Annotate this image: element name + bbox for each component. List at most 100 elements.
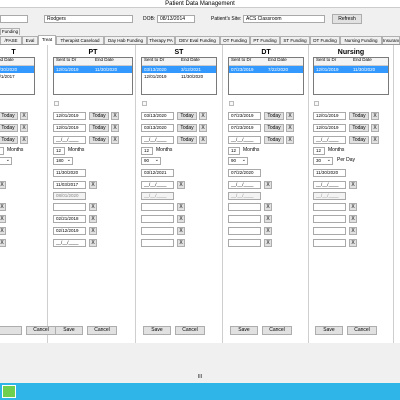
clear-button[interactable]: X: [111, 112, 119, 120]
tab-funding[interactable]: Funding: [0, 28, 20, 35]
clear-button[interactable]: X: [371, 136, 379, 144]
tab-st-funding[interactable]: ST Funding: [280, 36, 310, 44]
save-button[interactable]: [0, 326, 22, 335]
clear-button[interactable]: X: [20, 136, 28, 144]
tab-pase[interactable]: /PASE: [0, 36, 22, 44]
dob-field[interactable]: 08/13/2014: [157, 15, 195, 23]
refresh-button[interactable]: Refresh: [332, 14, 362, 24]
date-field[interactable]: 12/01/2019: [313, 124, 346, 132]
months-field[interactable]: 12: [228, 147, 240, 155]
script-list[interactable]: Sent to Dr End Date 03/13/2020 3/12/2021 12/…: [141, 57, 217, 95]
clear-button[interactable]: X: [177, 181, 185, 189]
clear-button[interactable]: X: [0, 181, 6, 189]
date-field[interactable]: [228, 227, 261, 235]
cancel-button[interactable]: Cancel: [347, 326, 377, 335]
date-field[interactable]: 02/12/2019: [53, 227, 86, 235]
clear-button[interactable]: X: [89, 239, 97, 247]
date-field[interactable]: __/__/____: [313, 181, 346, 189]
date-field[interactable]: __/__/____: [141, 181, 174, 189]
clear-button[interactable]: X: [177, 239, 185, 247]
date-field[interactable]: [313, 203, 346, 211]
clear-button[interactable]: X: [177, 215, 185, 223]
today-button[interactable]: Today: [0, 112, 18, 120]
cancel-button[interactable]: Cancel: [262, 326, 292, 335]
last-name-field[interactable]: Rodgers: [44, 15, 133, 23]
cancel-button[interactable]: Cancel: [175, 326, 205, 335]
today-button[interactable]: Today: [349, 124, 369, 132]
end-date-field[interactable]: 11/30/2020: [313, 169, 346, 177]
today-button[interactable]: Today: [177, 124, 197, 132]
date-field[interactable]: [228, 239, 261, 247]
save-button[interactable]: Save: [230, 326, 258, 335]
cancel-button[interactable]: Cancel: [26, 326, 56, 335]
today-button[interactable]: Today: [89, 124, 109, 132]
save-button[interactable]: Save: [315, 326, 343, 335]
end-date-field[interactable]: 11/30/2020: [53, 169, 86, 177]
date-field[interactable]: [141, 215, 174, 223]
date-field[interactable]: [313, 215, 346, 223]
clear-button[interactable]: X: [286, 112, 294, 120]
clear-button[interactable]: X: [371, 124, 379, 132]
date-field[interactable]: 07/23/2019: [228, 112, 261, 120]
end-date-field[interactable]: 03/12/2021: [141, 169, 174, 177]
date-field[interactable]: __/__/____: [228, 136, 261, 144]
months-field[interactable]: 12: [141, 147, 153, 155]
today-button[interactable]: Today: [349, 136, 369, 144]
clear-button[interactable]: X: [349, 181, 357, 189]
splitter-grip[interactable]: III: [185, 374, 215, 382]
date-field[interactable]: 03/13/2020: [141, 124, 174, 132]
today-button[interactable]: Today: [0, 124, 18, 132]
date-field[interactable]: 03/13/2020: [141, 112, 174, 120]
today-button[interactable]: Today: [89, 136, 109, 144]
date-field[interactable]: __/__/____: [53, 239, 86, 247]
clear-button[interactable]: X: [111, 136, 119, 144]
today-button[interactable]: Today: [89, 112, 109, 120]
script-list[interactable]: Sent to Dr End Date 12/01/2019 11/30/2020: [313, 57, 389, 95]
frequency-select[interactable]: 90: [228, 157, 248, 165]
clear-button[interactable]: X: [349, 227, 357, 235]
date-field[interactable]: 02/21/2018: [53, 215, 86, 223]
list-item[interactable]: 11/30/2020: [0, 66, 34, 73]
date-field[interactable]: [141, 227, 174, 235]
clear-button[interactable]: X: [349, 203, 357, 211]
tab-ot-funding[interactable]: OT Funding: [220, 36, 250, 44]
date-field[interactable]: [228, 203, 261, 211]
today-button[interactable]: Today: [264, 124, 284, 132]
list-item[interactable]: 07/23/2019 7/22/2020: [229, 66, 303, 73]
clear-button[interactable]: X: [0, 215, 6, 223]
clear-button[interactable]: X: [199, 112, 207, 120]
months-field[interactable]: [0, 147, 4, 155]
clear-button[interactable]: X: [264, 181, 272, 189]
today-button[interactable]: Today: [177, 136, 197, 144]
date-field[interactable]: 07/23/2019: [228, 124, 261, 132]
clear-button[interactable]: X: [89, 181, 97, 189]
save-button[interactable]: Save: [55, 326, 83, 335]
date-field[interactable]: [313, 227, 346, 235]
save-button[interactable]: Save: [143, 326, 171, 335]
today-button[interactable]: Today: [0, 136, 18, 144]
today-button[interactable]: Today: [177, 112, 197, 120]
frequency-select[interactable]: [0, 157, 12, 165]
script-list[interactable]: Sent to Dr End Date 07/23/2019 7/22/2020: [228, 57, 304, 95]
clear-button[interactable]: X: [371, 112, 379, 120]
frequency-select[interactable]: 90: [141, 157, 161, 165]
date-field[interactable]: [53, 203, 86, 211]
tab-dt-funding[interactable]: DT Funding: [310, 36, 340, 44]
list-item[interactable]: 12/01/2019 11/30/2020: [54, 66, 132, 73]
checkbox[interactable]: [229, 101, 234, 106]
date-field[interactable]: __/__/____: [313, 136, 346, 144]
clear-button[interactable]: X: [89, 203, 97, 211]
date-field[interactable]: [313, 239, 346, 247]
tab-pt-funding[interactable]: PT Funding: [250, 36, 280, 44]
clear-button[interactable]: X: [89, 227, 97, 235]
clear-button[interactable]: X: [349, 239, 357, 247]
date-field[interactable]: __/__/____: [141, 136, 174, 144]
frequency-select[interactable]: 180: [53, 157, 73, 165]
tab-nursing-funding[interactable]: Nursing Funding: [340, 36, 382, 44]
today-button[interactable]: Today: [264, 136, 284, 144]
tab-therapist-caseload[interactable]: Therapist Caseload: [56, 36, 104, 44]
checkbox[interactable]: [54, 101, 59, 106]
clear-button[interactable]: X: [286, 124, 294, 132]
tab-eval[interactable]: Eval: [22, 36, 38, 44]
clear-button[interactable]: X: [0, 239, 6, 247]
